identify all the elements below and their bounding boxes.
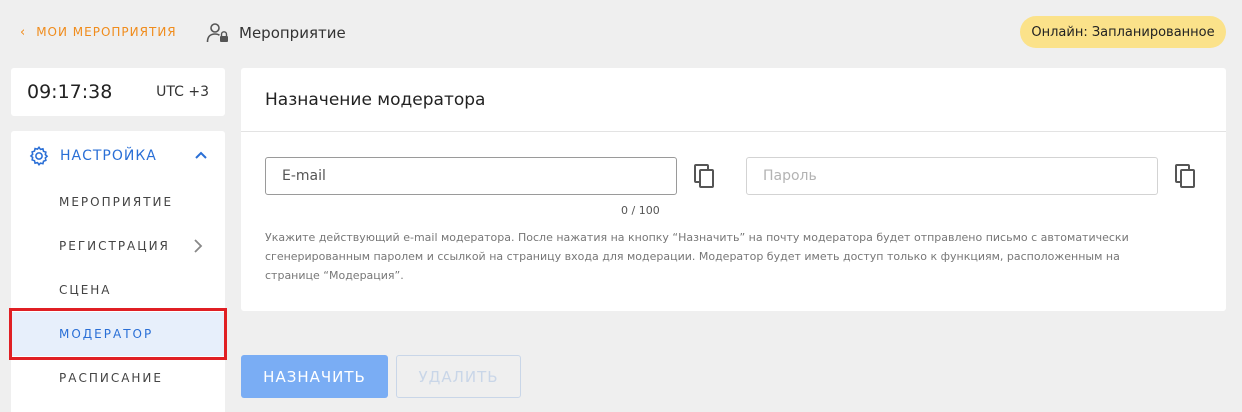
gear-icon — [29, 145, 49, 166]
chevron-right-icon — [194, 239, 203, 253]
page-title: Назначение модератора — [265, 90, 486, 110]
sidebar-item-registration[interactable]: РЕГИСТРАЦИЯ — [11, 224, 225, 268]
sidebar-item-label: МЕРОПРИЯТИЕ — [59, 195, 174, 209]
chevron-left-icon: ‹ — [20, 24, 27, 40]
top-bar: ‹ МОИ МЕРОПРИЯТИЯ Мероприятие Онлайн: За… — [0, 0, 1242, 64]
delete-button[interactable]: УДАЛИТЬ — [396, 355, 521, 398]
help-text: Укажите действующий e-mail модератора. П… — [265, 231, 1129, 282]
assign-button[interactable]: НАЗНАЧИТЬ — [241, 355, 388, 398]
email-char-counter: 0 / 100 — [621, 204, 660, 217]
sidebar-item-schedule[interactable]: РАСПИСАНИЕ — [11, 356, 225, 400]
sidebar-item-stage[interactable]: СЦЕНА — [11, 268, 225, 312]
sidebar-section-settings[interactable]: НАСТРОЙКА — [28, 145, 208, 167]
moderator-card: Назначение модератора 0 / 100 Укажите де… — [241, 68, 1226, 311]
sidebar-item-label: РЕГИСТРАЦИЯ — [59, 239, 170, 253]
password-field[interactable] — [746, 157, 1158, 195]
breadcrumb: Мероприятие — [206, 22, 346, 44]
breadcrumb-label: Мероприятие — [239, 24, 346, 42]
copy-icon[interactable] — [1174, 163, 1198, 189]
sidebar-item-label: СЦЕНА — [59, 283, 112, 297]
clock-time: 09:17:38 — [27, 81, 113, 103]
clock-card: 09:17:38 UTC +3 — [11, 68, 225, 116]
divider — [241, 131, 1226, 132]
status-badge: Онлайн: Запланированное — [1020, 16, 1226, 48]
clock-timezone: UTC +3 — [156, 84, 209, 100]
sidebar-item-label: МОДЕРАТОР — [59, 327, 154, 341]
sidebar-item-label: РАСПИСАНИЕ — [59, 371, 163, 385]
sidebar-item-moderator[interactable]: МОДЕРАТОР — [11, 312, 225, 356]
sidebar-item-event[interactable]: МЕРОПРИЯТИЕ — [11, 180, 225, 224]
chevron-up-icon[interactable] — [194, 148, 208, 162]
sidebar-section-label: НАСТРОЙКА — [60, 148, 157, 164]
sidebar-nav: НАСТРОЙКА МЕРОПРИЯТИЕ РЕГИСТРАЦИЯ СЦЕНА … — [11, 131, 225, 412]
email-field[interactable] — [265, 157, 677, 195]
back-link-label: МОИ МЕРОПРИЯТИЯ — [36, 25, 177, 39]
user-lock-icon — [206, 23, 228, 43]
copy-icon[interactable] — [693, 163, 717, 189]
back-link-my-events[interactable]: ‹ МОИ МЕРОПРИЯТИЯ — [20, 25, 177, 39]
